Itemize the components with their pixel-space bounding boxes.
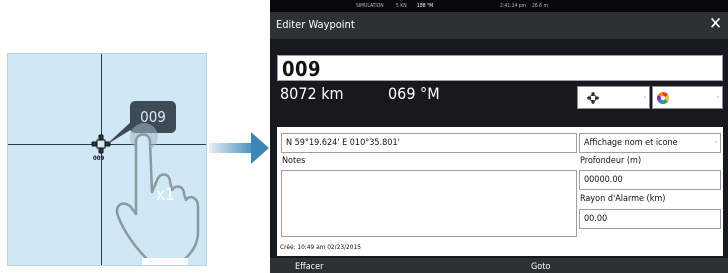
close-icon[interactable]: ✕ — [709, 14, 722, 34]
goto-button[interactable]: Goto — [531, 258, 550, 273]
created-timestamp: Créé: 10:49 am 02/23/2015 — [280, 243, 361, 251]
notes-textarea[interactable] — [281, 170, 577, 237]
color-wheel-icon — [657, 92, 669, 104]
distance-value: 8072 km — [280, 84, 344, 103]
alarm-radius-label: Rayon d'Alarme (km) — [580, 194, 666, 204]
alarm-radius-field[interactable]: 00.00 — [579, 209, 721, 229]
waypoint-name-value: 009 — [282, 57, 322, 81]
depth-label: Profondeur (m) — [580, 156, 642, 166]
dialog-title: Editer Waypoint — [276, 18, 355, 31]
waypoint-label: 009 — [93, 155, 105, 162]
chevron-down-icon: · — [716, 93, 719, 102]
depth-field[interactable]: 00000.00 — [579, 170, 721, 190]
display-mode-dropdown[interactable]: Affichage nom et icone · — [579, 133, 721, 153]
dialog-button-bar: Effacer Goto — [270, 258, 728, 273]
tap-count-label: x1 — [156, 185, 175, 205]
status-bar: SIMULATION 5 KN 188 °M 2:41:14 pm 26.6 m — [270, 0, 728, 12]
status-time: 2:41:14 pm — [500, 3, 527, 9]
position-field[interactable]: N 59°19.624' E 010°35.801' — [281, 133, 577, 153]
status-mode: SIMULATION — [356, 3, 384, 9]
waypoint-cross-icon — [587, 92, 599, 104]
status-depth: 26.6 m — [532, 3, 548, 9]
status-speed: 5 KN — [396, 3, 407, 9]
chart-illustration: 009 009 x1 — [7, 53, 207, 266]
delete-button[interactable]: Effacer — [295, 258, 323, 273]
dialog-title-bar: Editer Waypoint ✕ — [270, 12, 728, 39]
chevron-down-icon: · — [643, 93, 646, 102]
transition-arrow-shaft — [209, 143, 251, 153]
waypoint-details-panel: N 59°19.624' E 010°35.801' Affichage nom… — [277, 127, 723, 256]
chevron-down-icon: · — [714, 138, 717, 147]
transition-arrow-icon — [251, 132, 269, 164]
display-mode-value: Affichage nom et icone — [584, 138, 678, 148]
edit-waypoint-dialog: SIMULATION 5 KN 188 °M 2:41:14 pm 26.6 m… — [270, 0, 728, 273]
color-dropdown[interactable]: · — [652, 86, 723, 109]
waypoint-name-field[interactable]: 009 — [277, 55, 723, 81]
bearing-value: 069 °M — [388, 84, 440, 103]
symbol-dropdown[interactable]: · — [577, 86, 650, 109]
status-heading: 188 °M — [417, 3, 434, 9]
notes-label: Notes — [282, 156, 306, 166]
